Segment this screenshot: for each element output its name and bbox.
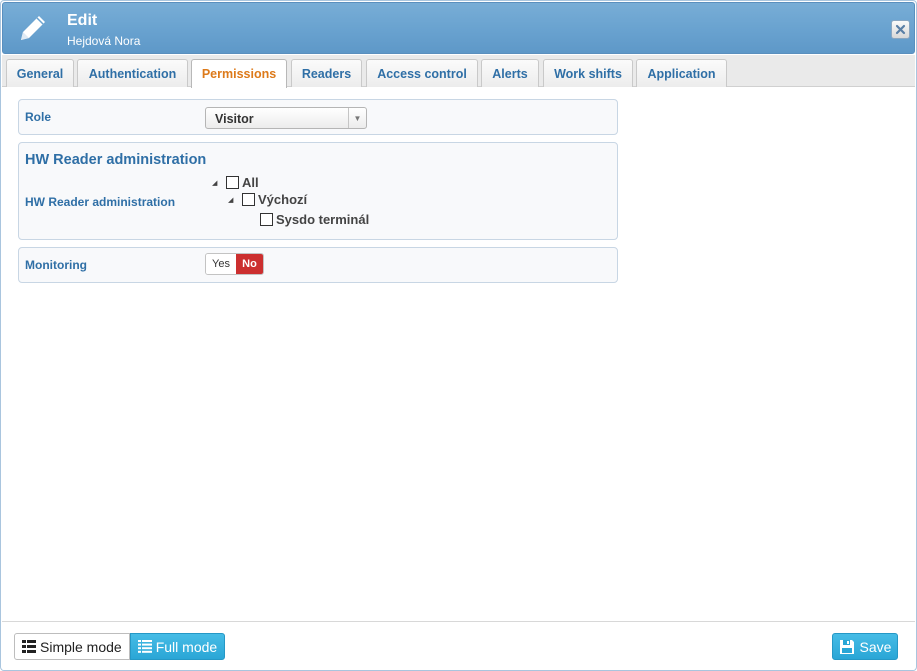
tab-application[interactable]: Application (636, 59, 727, 87)
tree-node-label: Výchozí (258, 192, 308, 207)
monitoring-label: Monitoring (25, 258, 87, 272)
mode-switch: Simple mode Full mode (14, 633, 226, 660)
floppy-disk-icon (839, 639, 855, 655)
tab-access-control[interactable]: Access control (366, 59, 478, 87)
dialog-footer: Simple mode Full mode Save (2, 621, 915, 670)
list-detail-icon (137, 640, 152, 653)
tree-node-label: All (242, 175, 259, 190)
hw-reader-label: HW Reader administration (25, 195, 176, 209)
role-panel: Role Visitor ▼ (18, 99, 618, 135)
edit-dialog: Edit Hejdová Nora General Authentication… (0, 0, 917, 671)
toggle-yes[interactable]: Yes (206, 254, 236, 274)
tab-work-shifts[interactable]: Work shifts (543, 59, 633, 87)
tree-node-sysdo-terminal: Sysdo terminál (260, 212, 369, 227)
checkbox-all[interactable] (226, 176, 239, 189)
toggle-no[interactable]: No (236, 254, 263, 274)
simple-mode-label: Simple mode (40, 638, 122, 655)
full-mode-label: Full mode (155, 638, 218, 655)
tree-node-vychozi: ◢ Výchozí (228, 192, 307, 207)
dialog-subtitle: Hejdová Nora (67, 34, 141, 48)
tab-general[interactable]: General (6, 59, 74, 87)
close-icon (895, 24, 906, 35)
tab-alerts[interactable]: Alerts (481, 59, 539, 87)
tree-expand-icon[interactable]: ◢ (228, 196, 242, 204)
close-button[interactable] (891, 20, 910, 39)
list-icon (22, 640, 36, 653)
save-button[interactable]: Save (832, 633, 898, 660)
tree-expand-icon[interactable]: ◢ (212, 179, 226, 187)
chevron-down-icon: ▼ (348, 108, 366, 128)
dialog-header: Edit Hejdová Nora (2, 2, 915, 54)
tab-readers[interactable]: Readers (291, 59, 362, 87)
hw-reader-panel: HW Reader administration HW Reader admin… (18, 142, 618, 240)
dialog-title: Edit (67, 12, 98, 29)
save-label: Save (859, 638, 892, 655)
hw-reader-section-title: HW Reader administration (25, 152, 207, 168)
tab-bar: General Authentication Permissions Reade… (2, 55, 915, 88)
full-mode-button[interactable]: Full mode (129, 633, 226, 660)
tab-authentication[interactable]: Authentication (77, 59, 188, 87)
tree-node-all: ◢ All (212, 175, 259, 190)
role-select[interactable]: Visitor ▼ (205, 107, 367, 129)
monitoring-panel: Monitoring Yes No (18, 247, 618, 283)
tab-permissions[interactable]: Permissions (191, 59, 287, 88)
role-select-value: Visitor (215, 112, 254, 126)
role-label: Role (25, 110, 52, 124)
monitoring-toggle[interactable]: Yes No (205, 253, 264, 275)
checkbox-vychozi[interactable] (242, 193, 255, 206)
pencil-icon (15, 10, 51, 46)
checkbox-sysdo-terminal[interactable] (260, 213, 273, 226)
simple-mode-button[interactable]: Simple mode (14, 633, 130, 660)
tree-node-label: Sysdo terminál (276, 212, 370, 227)
